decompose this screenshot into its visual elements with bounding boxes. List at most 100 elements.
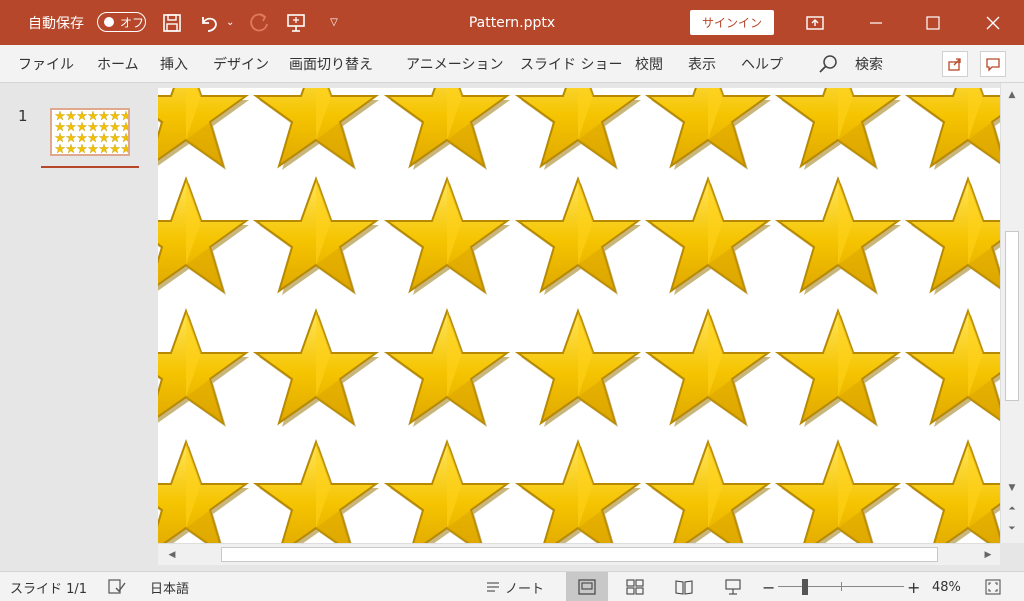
star-shape	[158, 441, 250, 543]
star-shape	[158, 88, 250, 171]
star-shape	[647, 88, 772, 171]
vertical-scroll-thumb[interactable]	[1005, 231, 1019, 401]
slide-editor	[158, 83, 1000, 543]
thumbnail-star	[99, 122, 109, 132]
slide-info[interactable]: スライド 1/1	[10, 572, 87, 601]
thumbnail-star	[88, 144, 98, 154]
toggle-knob	[104, 17, 114, 27]
star-shape	[777, 441, 902, 543]
language-label[interactable]: 日本語	[150, 572, 189, 601]
thumbnail-star	[121, 133, 128, 143]
zoom-percent[interactable]: 48%	[932, 572, 961, 601]
ribbon-display-icon[interactable]	[792, 0, 838, 45]
thumbnail-star-pattern	[55, 111, 128, 154]
notes-icon[interactable]	[486, 572, 500, 601]
search-label[interactable]: 検索	[855, 45, 883, 83]
thumbnail-star	[66, 122, 76, 132]
maximize-icon[interactable]	[910, 0, 956, 45]
star-shape	[517, 310, 642, 428]
scroll-right-icon[interactable]: ▶	[980, 547, 996, 563]
next-slide-icon[interactable]: ⏷	[1003, 521, 1021, 537]
thumbnail-star	[66, 133, 76, 143]
star-shape	[158, 178, 250, 296]
thumbnail-star	[121, 144, 128, 154]
tab-slideshow[interactable]: スライド ショー	[520, 45, 622, 83]
star-shape	[907, 310, 1000, 428]
search-icon[interactable]	[818, 45, 838, 83]
thumbnail-star	[55, 111, 65, 121]
slide-sorter-icon[interactable]	[614, 572, 656, 601]
tab-design[interactable]: デザイン	[213, 45, 269, 83]
zoom-slider-handle[interactable]	[802, 579, 808, 595]
star-shape	[777, 310, 902, 428]
star-shape	[647, 310, 772, 428]
undo-icon[interactable]	[196, 0, 222, 45]
thumbnail-star	[110, 122, 120, 132]
star-shape	[777, 88, 902, 171]
star-shape	[386, 178, 511, 296]
tab-home[interactable]: ホーム	[97, 45, 139, 83]
star-shape	[907, 88, 1000, 171]
star-shape	[386, 441, 511, 543]
thumbnail-star	[88, 133, 98, 143]
normal-view-icon[interactable]	[566, 572, 608, 601]
thumbnail-star	[99, 111, 109, 121]
tab-help[interactable]: ヘルプ	[741, 45, 783, 83]
slide-thumbnail[interactable]	[50, 108, 130, 156]
slide-canvas[interactable]	[158, 88, 1000, 543]
undo-dropdown-icon[interactable]: ⌄	[226, 0, 234, 45]
tab-review[interactable]: 校閲	[635, 45, 663, 83]
tab-transitions[interactable]: 画面切り替え	[289, 45, 373, 83]
tab-view[interactable]: 表示	[688, 45, 716, 83]
notes-button[interactable]: ノート	[505, 572, 544, 601]
reading-view-icon[interactable]	[663, 572, 705, 601]
thumbnail-star	[66, 111, 76, 121]
redo-icon[interactable]	[247, 0, 273, 45]
zoom-out-icon[interactable]: −	[762, 572, 775, 601]
thumbnail-star	[88, 111, 98, 121]
thumbnail-selection-bar	[41, 166, 139, 168]
accessibility-check-icon[interactable]	[108, 572, 126, 601]
share-icon[interactable]	[942, 51, 968, 77]
vertical-scrollbar[interactable]: ▲ ▼ ⏶ ⏷	[1000, 83, 1024, 543]
star-shape	[647, 178, 772, 296]
horizontal-scroll-thumb[interactable]	[221, 547, 938, 562]
slide-number: 1	[18, 107, 28, 125]
minimize-icon[interactable]	[853, 0, 899, 45]
thumbnail-star	[55, 144, 65, 154]
scroll-left-icon[interactable]: ◀	[164, 547, 180, 563]
autosave-label: 自動保存	[28, 15, 84, 32]
star-pattern	[158, 88, 1000, 543]
star-shape	[907, 178, 1000, 296]
tab-animations[interactable]: アニメーション	[406, 45, 503, 83]
thumbnail-star	[99, 133, 109, 143]
previous-slide-icon[interactable]: ⏶	[1003, 501, 1021, 517]
signin-button[interactable]: サインイン	[690, 10, 774, 35]
thumbnail-star	[99, 144, 109, 154]
star-shape	[255, 88, 380, 171]
slideshow-view-icon[interactable]	[712, 572, 754, 601]
thumbnail-star	[88, 122, 98, 132]
scroll-up-icon[interactable]: ▲	[1003, 87, 1021, 103]
scroll-down-icon[interactable]: ▼	[1003, 480, 1021, 496]
thumbnail-star	[110, 111, 120, 121]
close-icon[interactable]	[970, 0, 1016, 45]
star-shape	[255, 178, 380, 296]
star-shape	[386, 88, 511, 171]
thumbnail-star	[110, 133, 120, 143]
fit-to-window-icon[interactable]	[985, 572, 1001, 601]
comments-icon[interactable]	[980, 51, 1006, 77]
customize-toolbar-icon[interactable]: ▽	[321, 0, 347, 45]
horizontal-scrollbar[interactable]: ◀ ▶	[158, 543, 1000, 565]
star-shape	[907, 441, 1000, 543]
autosave-toggle[interactable]: オフ	[97, 12, 146, 32]
tab-insert[interactable]: 挿入	[160, 45, 188, 83]
title-bar: 自動保存 オフ ⌄ ▽ Pattern.pptx サインイン	[0, 0, 1024, 45]
thumbnail-star	[55, 133, 65, 143]
tab-file[interactable]: ファイル	[18, 45, 74, 83]
save-icon[interactable]	[159, 0, 185, 45]
present-icon[interactable]	[283, 0, 309, 45]
zoom-in-icon[interactable]: +	[907, 572, 920, 601]
autosave-state: オフ	[120, 16, 145, 30]
menu-bar: ファイル ホーム 挿入 デザイン 画面切り替え アニメーション スライド ショー…	[0, 45, 1024, 83]
